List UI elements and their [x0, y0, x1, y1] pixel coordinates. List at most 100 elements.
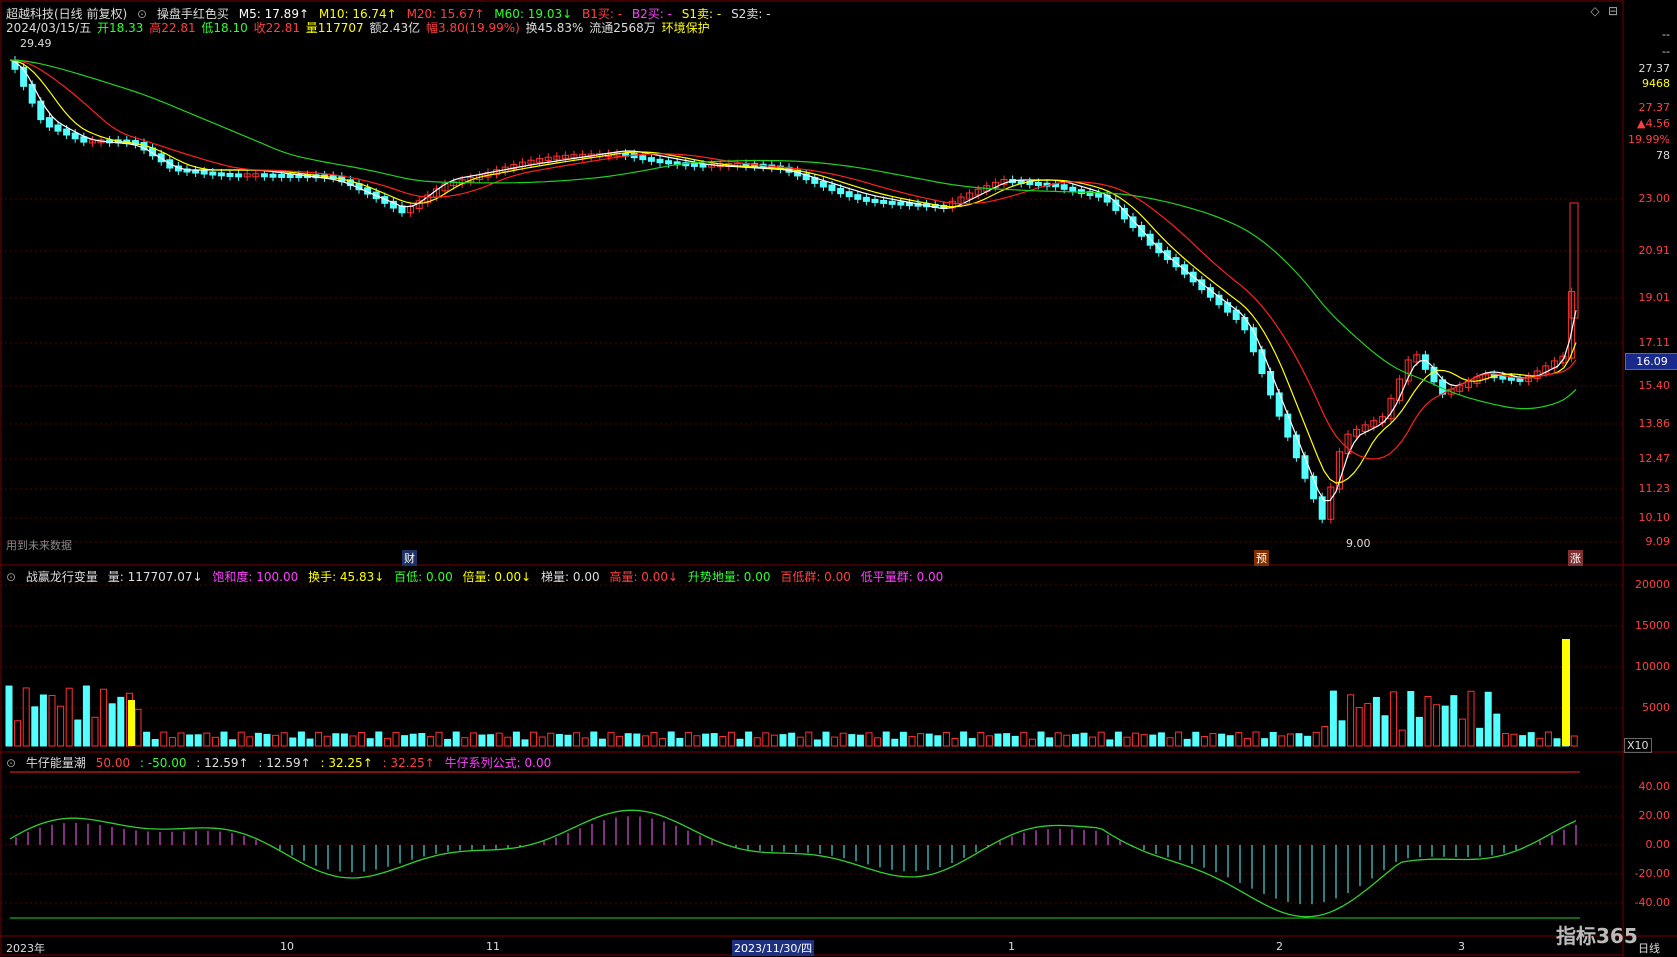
volume-bar	[254, 732, 262, 747]
candle-body	[845, 191, 853, 198]
energy-tick: -20.00	[1634, 867, 1670, 880]
volume-bar	[667, 731, 675, 747]
forecast-tag[interactable]: 预	[1254, 550, 1269, 566]
x-crosshair-date: 2023/11/30/四	[732, 940, 815, 956]
volume-tick: 5000	[1642, 701, 1670, 714]
quote-amount: 额2.43亿	[369, 21, 421, 35]
volume-bar	[1433, 704, 1441, 747]
volume-bar	[856, 734, 864, 747]
volume-bar	[349, 735, 357, 747]
vol-value: 量: 117707.07↓	[107, 570, 203, 584]
vol-indicator-icon[interactable]: ⊙	[6, 570, 16, 584]
volume-bar	[1269, 731, 1277, 747]
vol-hundred-low-group: 百低群: 0.00	[780, 570, 851, 584]
finance-tag[interactable]: 财	[402, 550, 417, 566]
volume-bar	[229, 739, 237, 747]
energy-indicator-icon[interactable]: ⊙	[6, 756, 16, 770]
volume-bar	[727, 731, 735, 747]
quote-volume: 量117707	[305, 21, 364, 35]
energy-v4: : 12.59↑	[258, 756, 311, 770]
volume-bar	[1011, 735, 1019, 747]
candle-body	[278, 173, 286, 178]
energy-v3: : 12.59↑	[196, 756, 249, 770]
volume-bar	[409, 733, 417, 747]
vol-turnover: 换手: 45.83↓	[308, 570, 385, 584]
energy-tick: -40.00	[1634, 896, 1670, 909]
volume-bar	[117, 696, 125, 747]
energy-v5: : 32.25↑	[320, 756, 373, 770]
volume-bar	[108, 703, 116, 747]
volume-bar	[1149, 734, 1157, 747]
volume-unit: X10	[1624, 738, 1652, 753]
volume-bar	[573, 732, 581, 747]
quote-sector[interactable]: 环境保护	[662, 21, 710, 35]
vol-saturation: 饱和度: 100.00	[212, 570, 299, 584]
candle-body	[819, 180, 827, 188]
volume-bar	[211, 736, 219, 747]
energy-panel-title[interactable]: 牛仔能量潮	[26, 756, 86, 770]
high-price-marker: 29.49	[20, 37, 52, 50]
vol-multi: 倍量: 0.00↓	[462, 570, 532, 584]
volume-bar	[1020, 731, 1028, 747]
period-label[interactable]: 日线	[1638, 940, 1660, 956]
volume-bar-highlight	[128, 700, 135, 746]
candle-body	[1034, 181, 1042, 186]
volume-bar	[624, 733, 632, 747]
right-val-2: 9468	[1642, 77, 1670, 90]
volume-bar	[57, 705, 65, 747]
volume-bar	[1329, 690, 1337, 747]
volume-bar	[315, 731, 323, 747]
volume-bar	[332, 733, 340, 747]
volume-bar	[1407, 691, 1415, 747]
volume-bar	[1054, 732, 1062, 747]
price-tick: 9.09	[1645, 535, 1671, 548]
volume-bar	[478, 734, 486, 747]
quote-turnover: 换45.83%	[525, 21, 584, 35]
volume-bar	[1192, 731, 1200, 747]
future-data-note: 用到未来数据	[6, 539, 72, 552]
candle-body	[235, 173, 243, 178]
candle-body	[647, 157, 655, 162]
volume-panel-header: ⊙ 战赢龙行变量 量: 117707.07↓ 饱和度: 100.00 换手: 4…	[6, 568, 949, 585]
candle-body	[269, 173, 277, 178]
volume-bar	[1226, 735, 1234, 747]
vol-panel-title[interactable]: 战赢龙行变量	[26, 570, 98, 584]
collapse-icon[interactable]: ⊟	[1606, 4, 1620, 18]
volume-bar	[1441, 705, 1449, 747]
volume-bar	[392, 732, 400, 747]
volume-bar	[1114, 731, 1122, 747]
volume-bar	[1209, 733, 1217, 747]
quote-date: 2024/03/15/五	[6, 21, 92, 35]
volume-bar	[504, 736, 512, 747]
candle-body	[1095, 192, 1103, 198]
volume-bar	[1140, 734, 1148, 747]
volume-bar	[220, 731, 228, 747]
candle-body	[260, 173, 268, 178]
volume-bar	[951, 738, 959, 747]
price-tick: 13.86	[1638, 417, 1671, 430]
volume-bar	[788, 732, 796, 747]
volume-bar	[1218, 733, 1226, 747]
ma20-line	[9, 59, 1577, 460]
logo-watermark: 指标365	[1556, 924, 1638, 948]
quote-low: 低18.10	[201, 21, 248, 35]
energy-formula: 牛仔系列公式: 0.00	[444, 756, 552, 770]
energy-v6: : 32.25↑	[382, 756, 435, 770]
volume-bar	[512, 731, 520, 747]
volume-bar	[203, 732, 211, 747]
candle-body	[837, 187, 845, 195]
volume-bar	[891, 738, 899, 747]
volume-bar	[237, 731, 245, 747]
volume-bar	[100, 688, 108, 747]
volume-bar	[263, 733, 271, 747]
volume-bar	[564, 734, 572, 747]
x-label-jan: 1	[1008, 940, 1015, 953]
diamond-icon[interactable]: ◇	[1588, 4, 1602, 18]
volume-bar	[1501, 732, 1509, 747]
candlestick-series	[11, 56, 1579, 524]
rise-tag[interactable]: 涨	[1568, 550, 1583, 566]
right-val-1: 27.37	[1638, 62, 1671, 75]
volume-bar	[1458, 718, 1466, 747]
volume-bar	[1295, 733, 1303, 747]
volume-bar	[598, 738, 606, 747]
